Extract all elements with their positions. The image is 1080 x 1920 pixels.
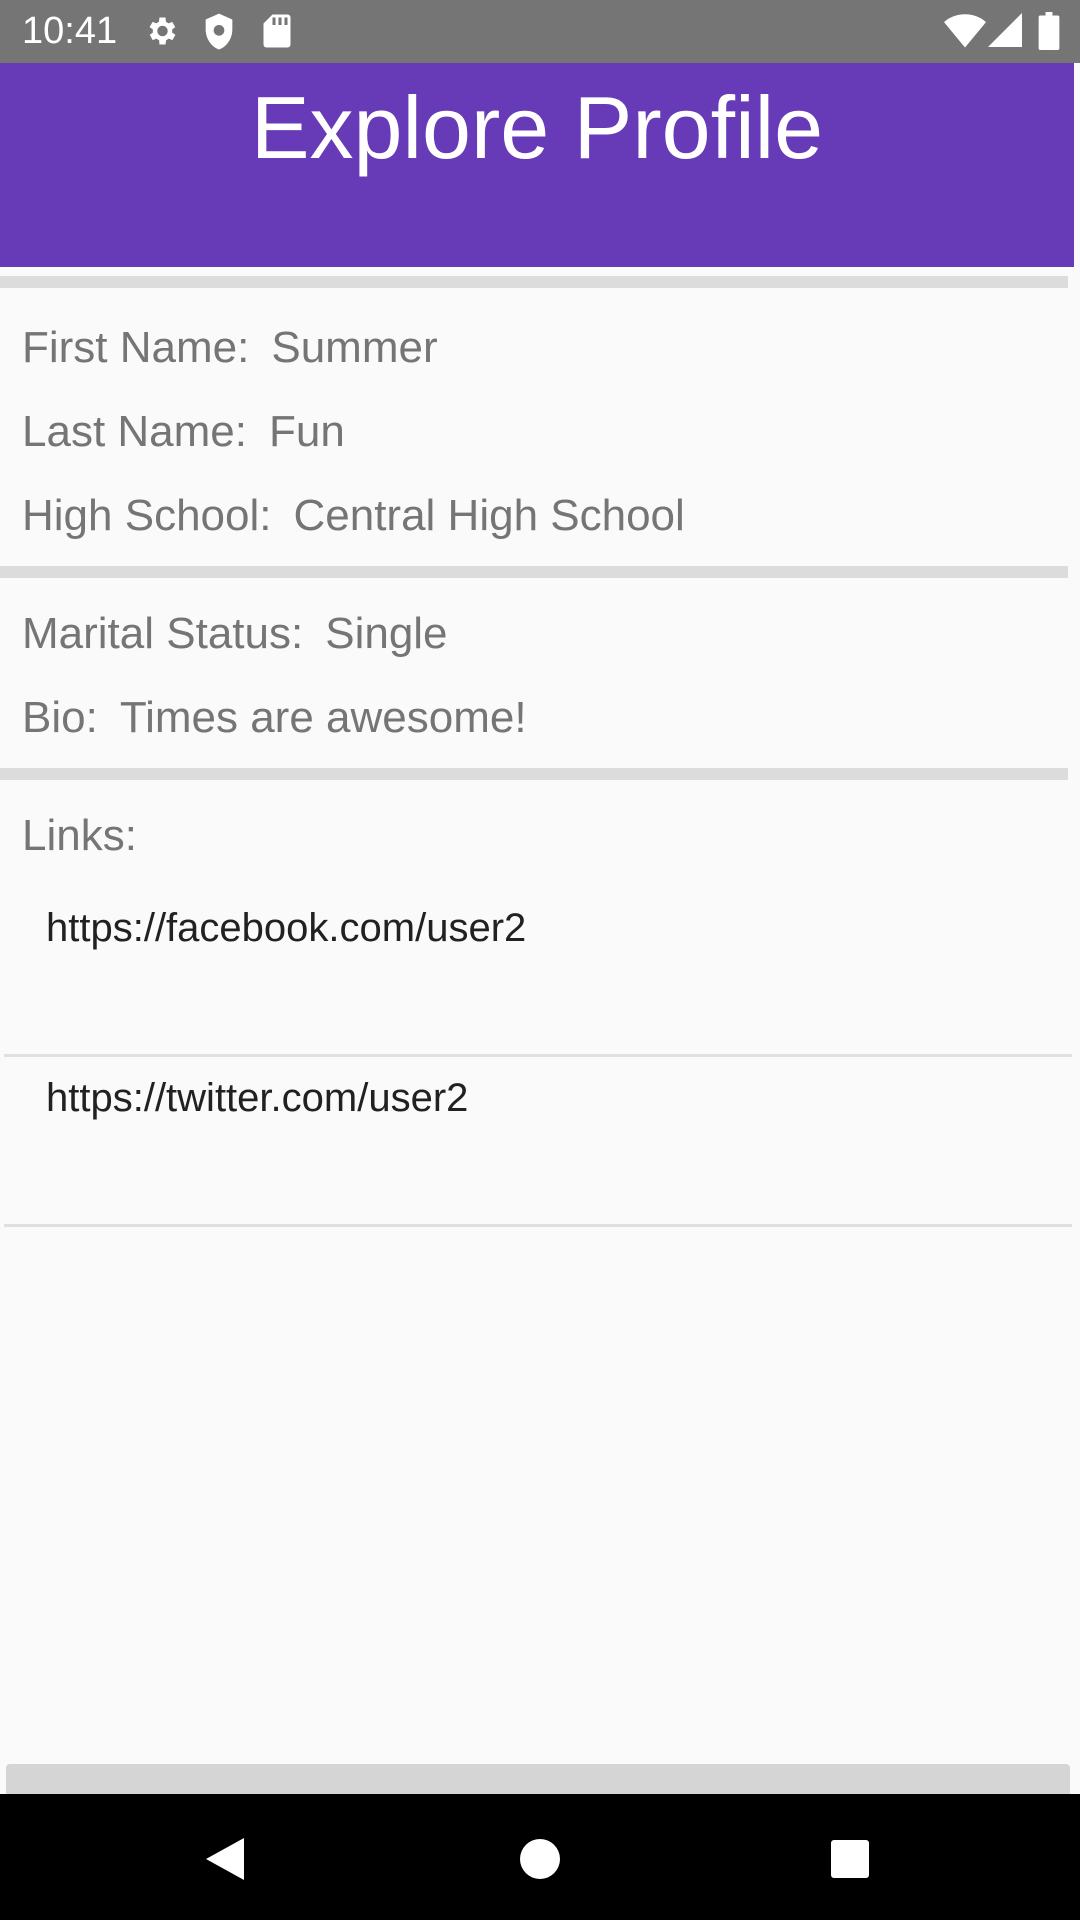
page-title: Explore Profile (250, 78, 824, 177)
marital-status-value: Single (325, 609, 448, 658)
status-time: 10:41 (22, 10, 118, 52)
first-name-value: Summer (271, 323, 438, 372)
last-name-value: Fun (268, 407, 345, 456)
bio-label: Bio: (22, 693, 98, 742)
battery-icon (1038, 12, 1060, 55)
high-school-row: High School: Central High School (22, 488, 685, 544)
gear-icon (143, 12, 179, 55)
wifi-icon (944, 12, 986, 53)
section-divider (0, 276, 1068, 288)
list-divider (4, 1054, 1072, 1057)
link-text[interactable]: https://facebook.com/user2 (46, 902, 526, 954)
system-nav-bar (0, 1794, 1080, 1920)
links-label: Links: (22, 811, 137, 860)
home-icon[interactable] (505, 1824, 575, 1894)
app-bar: Explore Profile (0, 63, 1074, 267)
section-divider (0, 768, 1068, 780)
back-icon[interactable] (190, 1824, 260, 1894)
last-name-label: Last Name: (22, 407, 247, 456)
first-name-label: First Name: (22, 323, 250, 372)
shield-icon (202, 12, 236, 57)
bio-value: Times are awesome! (119, 693, 527, 742)
recents-icon[interactable] (815, 1824, 885, 1894)
last-name-row: Last Name: Fun (22, 404, 345, 460)
section-divider (0, 566, 1068, 578)
bottom-bar (6, 1764, 1070, 1794)
link-text[interactable]: https://twitter.com/user2 (46, 1072, 468, 1124)
marital-status-row: Marital Status: Single (22, 606, 448, 662)
high-school-label: High School: (22, 491, 272, 540)
marital-status-label: Marital Status: (22, 609, 304, 658)
signal-icon (988, 12, 1022, 53)
bio-row: Bio: Times are awesome! (22, 690, 527, 746)
high-school-value: Central High School (293, 491, 685, 540)
sd-card-icon (262, 12, 292, 55)
link-item-facebook[interactable]: https://facebook.com/user2 (4, 888, 1072, 1056)
link-item-twitter[interactable]: https://twitter.com/user2 (4, 1058, 1072, 1226)
list-divider (4, 1224, 1072, 1227)
first-name-row: First Name: Summer (22, 320, 438, 376)
status-bar: 10:41 (0, 0, 1080, 63)
